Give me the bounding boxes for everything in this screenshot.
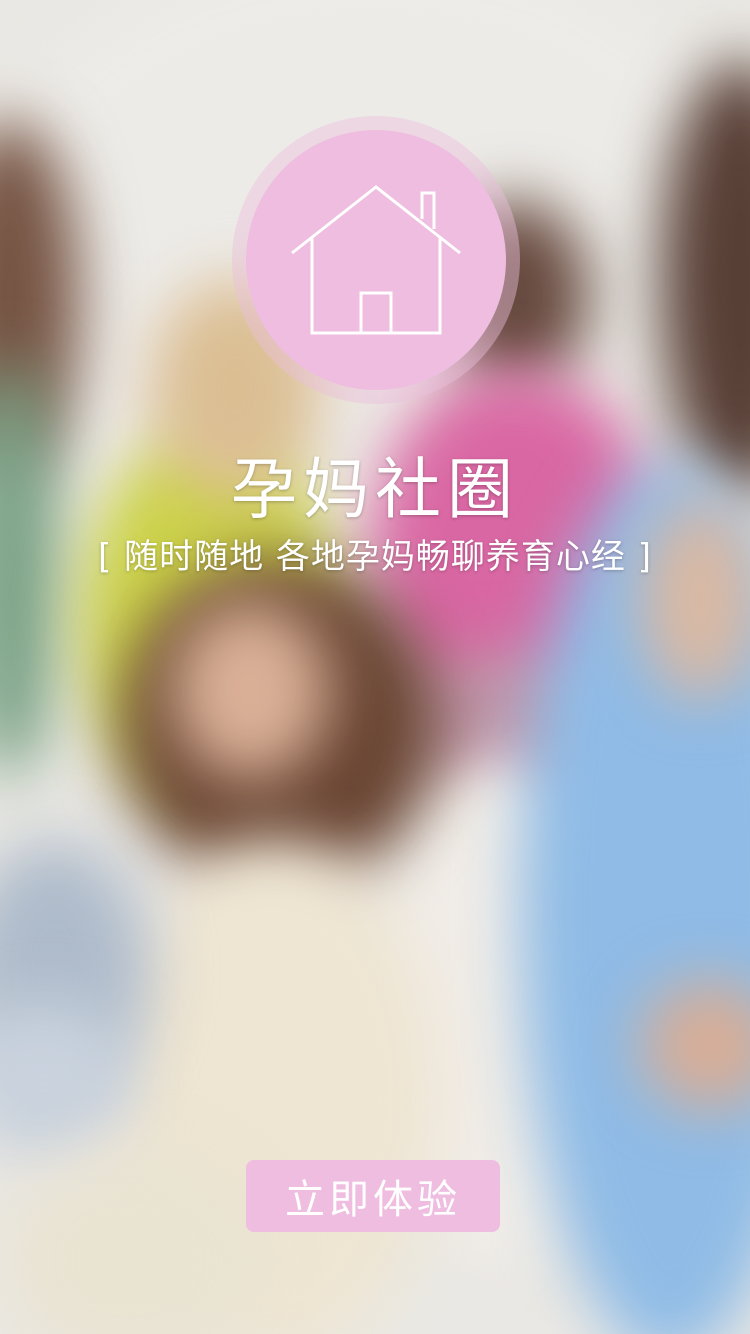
app-tagline: [ 随时随地 各地孕妈畅聊养育心经 ] (98, 537, 652, 577)
try-now-button[interactable]: 立即体验 (246, 1160, 500, 1232)
house-icon (291, 185, 461, 335)
splash-screen: 孕妈社圈 [ 随时随地 各地孕妈畅聊养育心经 ] 立即体验 (0, 0, 750, 1334)
app-title: 孕妈社圈 (231, 451, 519, 528)
app-logo (246, 130, 506, 390)
